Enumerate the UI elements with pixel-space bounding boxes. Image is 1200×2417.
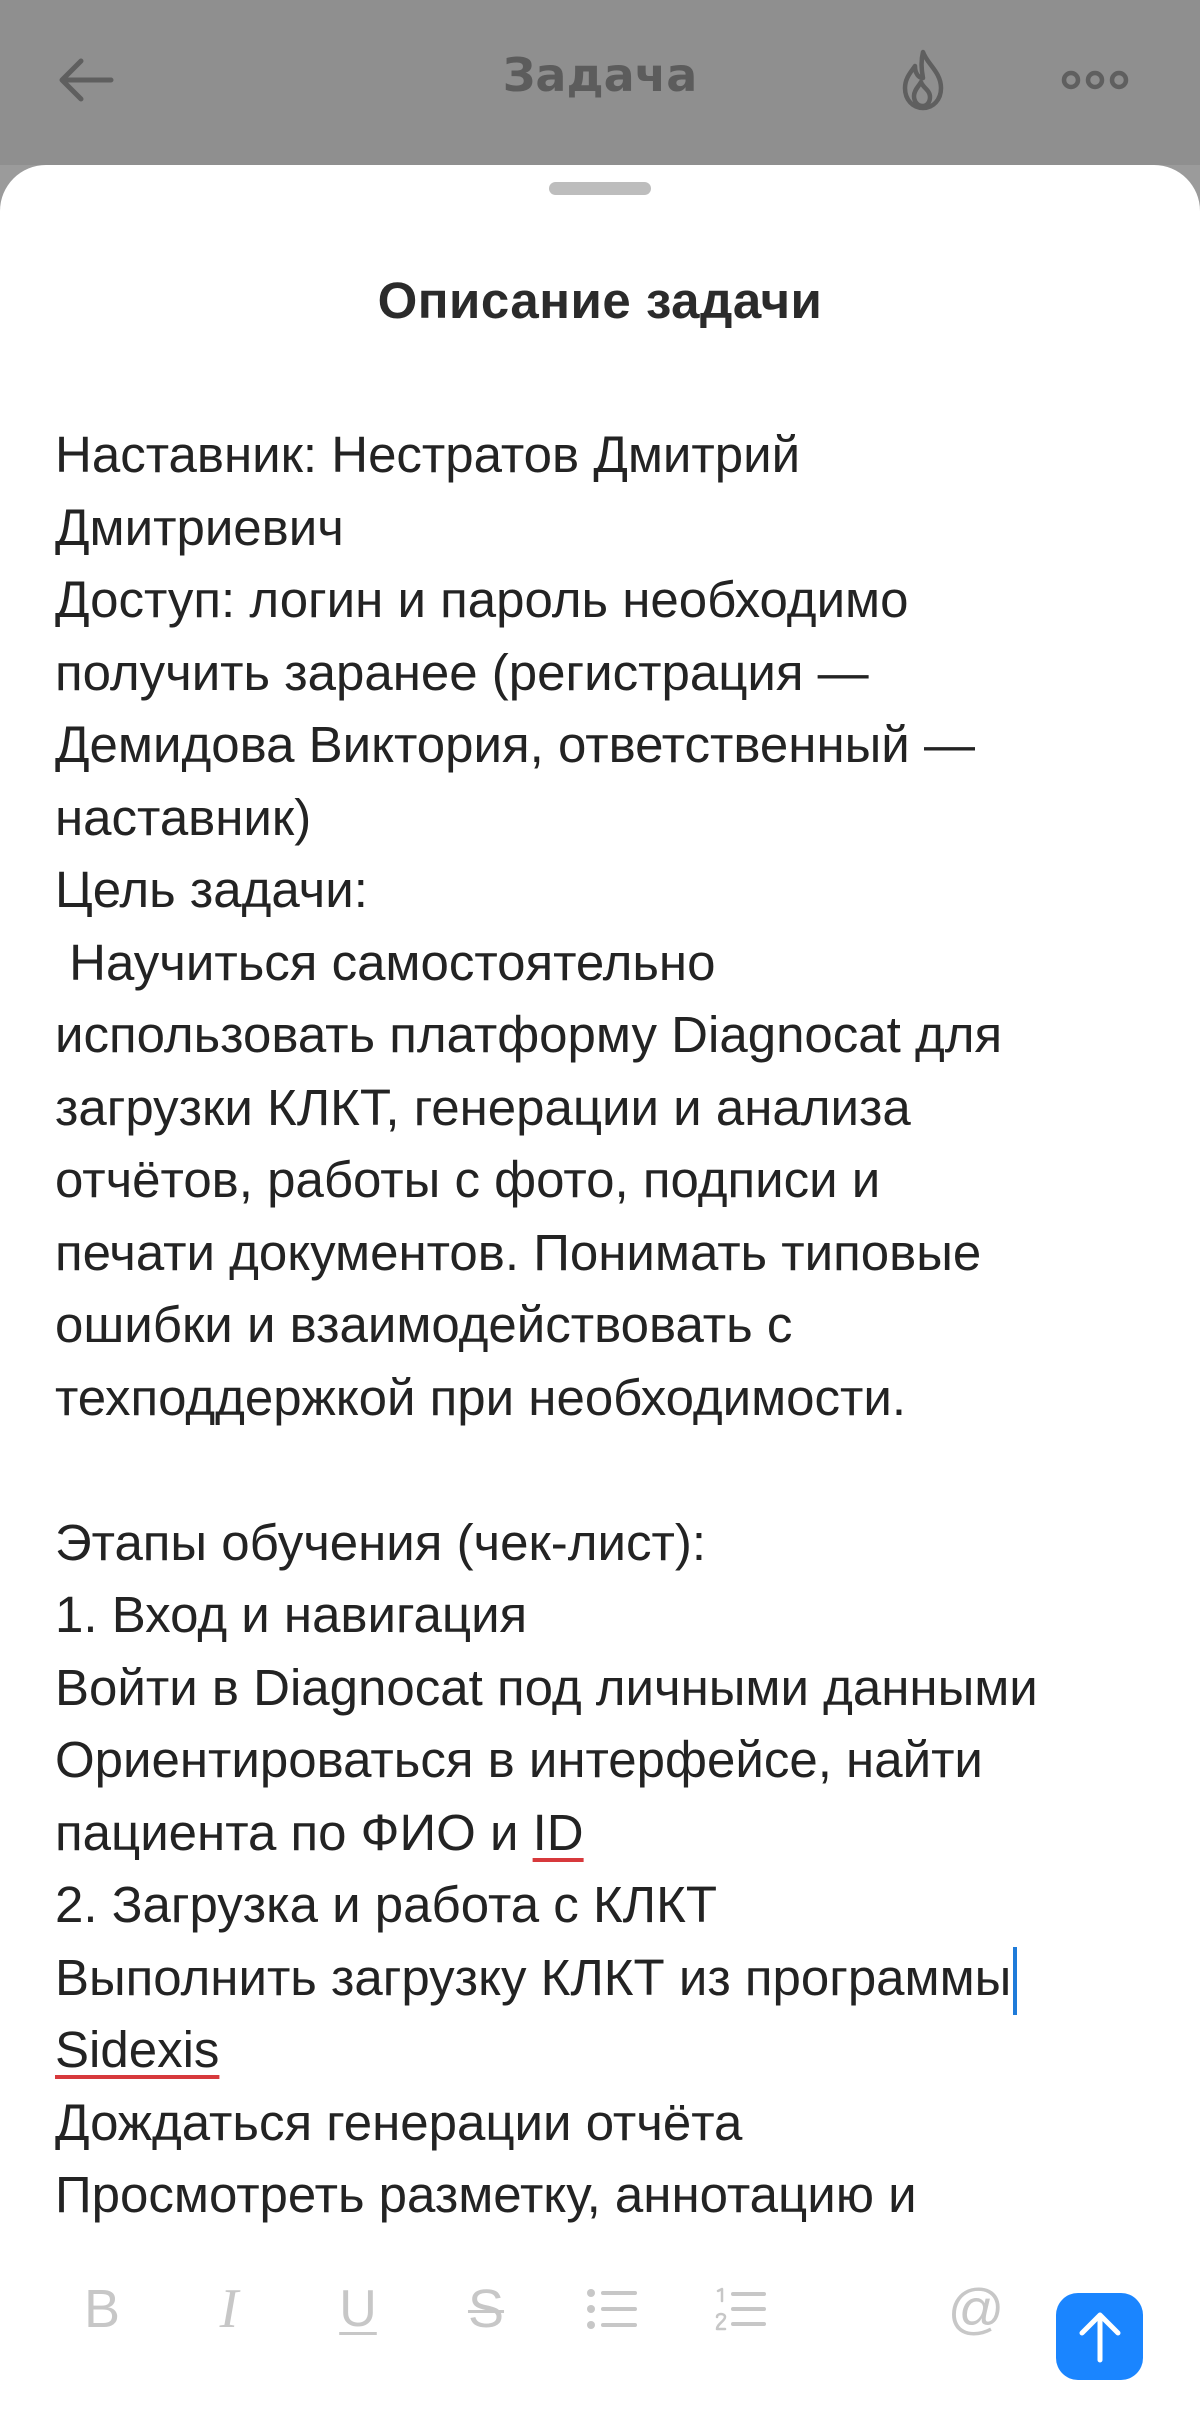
bold-icon: B [83,2279,121,2339]
sheet-drag-handle[interactable] [549,182,651,195]
text-line: Войти в Diagnocat под личными данными [55,1658,1038,1716]
description-editor[interactable]: Наставник: Нестратов Дмитрий Дмитриевич … [55,419,1165,2261]
text-line: Научиться самостоятельно [55,933,716,991]
spellcheck-word[interactable]: Sidexis [55,2021,219,2078]
text-line: Sidexis [55,2014,1165,2087]
priority-button[interactable] [868,30,978,130]
text-line: техподдержкой при необходимости. [55,1368,907,1426]
text-line: Цель задачи: [55,861,368,918]
bullet-list-button[interactable] [560,2257,664,2361]
numbered-list-button[interactable] [689,2257,793,2361]
fire-icon [902,49,944,111]
text-segment: Выполнить загрузку КЛКТ из программы [55,1948,1012,2006]
text-line: Ориентироваться в интерфейсе, найти [55,1731,983,1788]
text-line: получить заранее (регистрация — [55,643,869,701]
text-line: ошибки и взаимодействовать с [55,1296,793,1353]
text-line: отчётов, работы с фото, подписи и [55,1151,881,1208]
text-segment: пациента по ФИО и [55,1803,533,1861]
page-title: Задача [502,48,698,102]
sheet-title: Описание задачи [377,272,823,329]
text-line: Демидова Виктория, ответственный — [55,716,975,773]
underline-button[interactable]: U [306,2257,410,2361]
text-line: печати документов. Понимать типовые [55,1223,982,1281]
italic-button[interactable]: I [177,2257,281,2361]
strikethrough-icon: S [467,2279,505,2339]
text-line: Этапы обучения (чек-лист): [55,1513,707,1571]
description-sheet: Описание задачи Наставник: Нестратов Дми… [0,165,1200,2417]
spellcheck-word[interactable]: ID [533,1804,584,1861]
send-button[interactable] [1056,2293,1143,2380]
text-line: Дождаться генерации отчёта [55,2093,743,2151]
formatting-toolbar: B I U S @ [0,2245,1200,2417]
mention-button[interactable]: @ [924,2257,1028,2361]
text-line: Дмитриевич [55,498,344,556]
text-line: пациента по ФИО и ID [55,1797,1165,1870]
text-line: Просмотреть разметку, аннотацию и [55,2166,917,2223]
more-dots-icon [1061,70,1129,90]
text-line [55,1434,1165,1507]
text-cursor [1013,1947,1018,2016]
text-line: наставник) [55,788,312,846]
text-line: Выполнить загрузку КЛКТ из программы [55,1942,1165,2016]
back-button[interactable] [30,30,140,130]
underline-icon: U [339,2280,377,2338]
text-line: загрузки КЛКТ, генерации и анализа [55,1078,911,1136]
numbered-list-icon [715,2287,766,2331]
text-line: Доступ: логин и пароль необходимо [55,571,909,628]
text-line: 1. Вход и навигация [55,1586,528,1643]
bullet-list-icon [587,2289,637,2329]
bold-button[interactable]: B [50,2257,154,2361]
arrow-left-icon [59,58,114,102]
more-options-button[interactable] [1040,30,1150,130]
app-header: Задача [0,0,1200,165]
italic-icon: I [219,2278,239,2340]
strikethrough-button[interactable]: S [434,2257,538,2361]
at-sign-icon: @ [947,2277,1005,2340]
text-line: Наставник: Нестратов Дмитрий [55,426,801,483]
text-line: 2. Загрузка и работа с КЛКТ [55,1876,717,1933]
arrow-up-icon [1079,2312,1120,2362]
text-line: использовать платформу Diagnocat для [55,1006,1003,1063]
